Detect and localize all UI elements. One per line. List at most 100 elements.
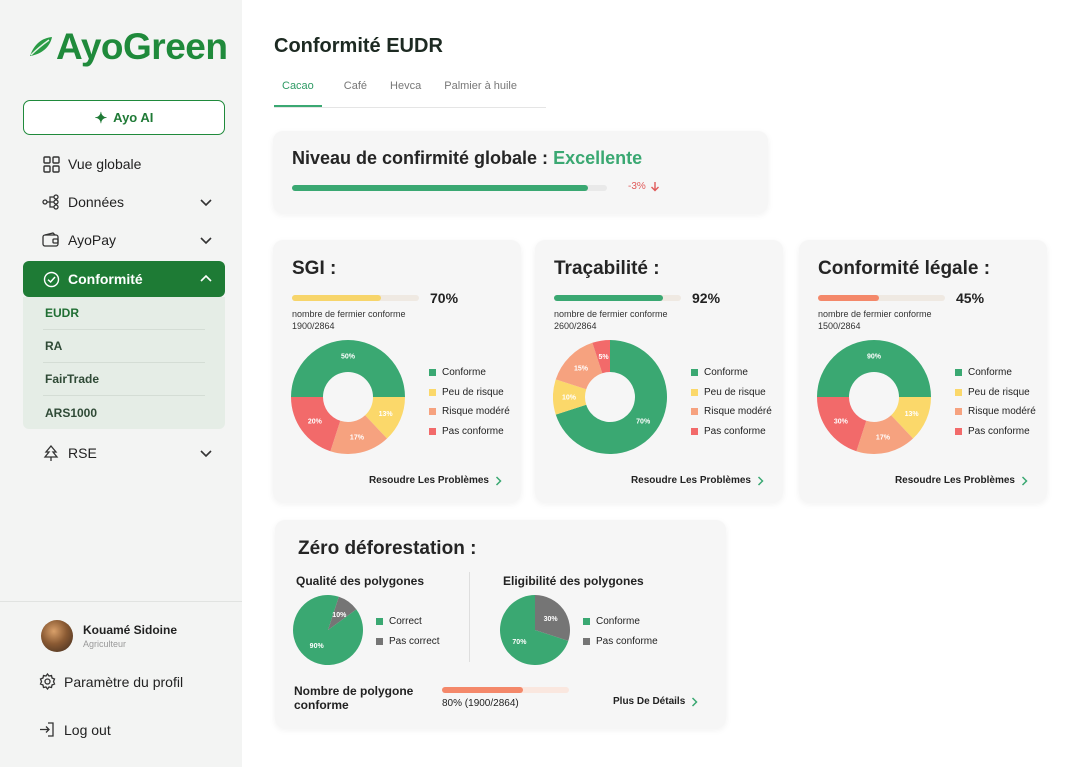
trend-value: -3%: [628, 181, 646, 192]
kpi-subtitle: nombre de fermier conforme 1900/2864: [292, 308, 406, 332]
legend-label: Pas conforme: [442, 425, 504, 437]
kpi-count: 1500/2864: [818, 321, 861, 331]
legend-item: Conforme: [691, 363, 772, 383]
ayo-ai-label: Ayo AI: [113, 110, 154, 125]
polygon-progress-track: [442, 687, 569, 693]
kpi-legend: Conforme Peu de risque Risque modéré Pas co…: [691, 363, 772, 441]
tab-cafe[interactable]: Café: [344, 70, 367, 107]
chevron-down-icon[interactable]: [199, 195, 213, 209]
polygon-compliant-label: Nombre de polygone conforme: [294, 684, 414, 712]
deforestation-title: Zéro déforestation :: [298, 538, 477, 559]
legend-item: Conforme: [429, 363, 510, 383]
resolve-problems-button[interactable]: Resoudre Les Problèmes: [631, 475, 764, 486]
user-role: Agriculteur: [83, 639, 127, 649]
logout-link[interactable]: Log out: [39, 721, 111, 738]
profile-settings-link[interactable]: Paramètre du profil: [39, 673, 183, 690]
polygon-progress-fill: [442, 687, 524, 693]
gear-icon: [39, 673, 56, 690]
chevron-up-icon[interactable]: [199, 272, 213, 286]
profile-settings-label: Paramètre du profil: [64, 673, 184, 690]
chart-slice-label: 90%: [867, 354, 882, 361]
tab-cacao[interactable]: Cacao: [274, 70, 322, 107]
kpi-donut-chart: 70% 10% 15% 5%: [553, 340, 667, 454]
global-progress-fill: [292, 185, 589, 191]
kpi-count: 1900/2864: [292, 321, 335, 331]
chart-slice: [817, 340, 931, 397]
kpi-percent: 70%: [430, 290, 459, 306]
kpi-sub-label: nombre de fermier conforme: [292, 309, 406, 319]
kpi-card-tracabilite: Traçabilité : 92% nombre de fermier conf…: [535, 240, 783, 502]
kpi-progress-fill: [818, 295, 879, 301]
sidebar-item-conformite[interactable]: Conformité: [23, 261, 225, 297]
kpi-donut-chart: 50% 13% 17% 20%: [291, 340, 405, 454]
chevron-right-icon: [692, 696, 698, 707]
kpi-percent: 45%: [956, 290, 985, 306]
sidebar-item-label: RSE: [68, 445, 97, 461]
tab-palmier[interactable]: Palmier à huile: [444, 70, 517, 107]
brand-logo[interactable]: AyoGreen: [28, 26, 228, 68]
deforestation-card: Zéro déforestation : Qualité des polygon…: [275, 520, 726, 728]
legend-item: Risque modéré: [691, 402, 772, 422]
submenu-item-ars1000[interactable]: ARS1000: [43, 396, 205, 429]
kpi-card-sgi: SGI : 70% nombre de fermier conforme 190…: [273, 240, 521, 502]
resolve-problems-button[interactable]: Resoudre Les Problèmes: [895, 475, 1028, 486]
chevron-right-icon: [495, 475, 502, 486]
polygon-compliant-value: 80% (1900/2864): [442, 698, 519, 709]
polygon-eligibility-legend: Conforme Pas conforme: [583, 612, 658, 651]
legend-label: Conforme: [442, 367, 486, 379]
divider: [469, 572, 470, 662]
legend-swatch: [376, 637, 383, 645]
chart-slice-label: 70%: [512, 639, 527, 646]
crop-tabs: Cacao Café Hevca Palmier à huile: [274, 70, 546, 108]
tab-hevca[interactable]: Hevca: [390, 70, 421, 107]
legend-item: Pas conforme: [955, 422, 1036, 442]
chevron-down-icon[interactable]: [199, 233, 213, 247]
legend-swatch: [955, 369, 962, 377]
sidebar-item-rse[interactable]: RSE: [23, 434, 225, 472]
legend-swatch: [955, 427, 962, 435]
global-compliance-label: Niveau de confirmité globale :: [292, 148, 554, 168]
sidebar-item-ayopay[interactable]: AyoPay: [23, 221, 225, 259]
chevron-right-icon: [757, 475, 764, 486]
kpi-progress-fill: [554, 295, 664, 301]
legend-item: Conforme: [583, 612, 658, 632]
polygon-quality-pie: 90% 10%: [293, 595, 363, 665]
legend-swatch: [583, 618, 590, 626]
ayo-ai-button[interactable]: ✦ Ayo AI: [23, 100, 225, 135]
legend-label: Pas conforme: [968, 425, 1030, 437]
polygon-quality-title: Qualité des polygones: [296, 574, 425, 588]
kpi-donut-chart: 90% 13% 17% 30%: [817, 340, 931, 454]
sparkle-icon: ✦: [94, 109, 108, 127]
sidebar-item-label: Conformité: [68, 271, 143, 287]
kpi-sub-label: nombre de fermier conforme: [554, 309, 668, 319]
legend-swatch: [429, 388, 436, 396]
check-circle-icon: [42, 270, 60, 288]
chart-slice-label: 5%: [599, 354, 610, 361]
kpi-title: Traçabilité :: [554, 258, 660, 279]
page-title: Conformité EUDR: [274, 35, 443, 57]
user-profile[interactable]: Kouamé Sidoine Agriculteur: [41, 620, 177, 652]
legend-label: Peu de risque: [442, 386, 504, 398]
resolve-label: Resoudre Les Problèmes: [630, 475, 751, 486]
resolve-problems-button[interactable]: Resoudre Les Problèmes: [369, 475, 502, 486]
logout-icon: [40, 722, 54, 737]
arrow-down-icon: [650, 182, 659, 192]
polygon-count: (1900/2864): [464, 698, 519, 709]
legend-swatch: [691, 369, 698, 377]
submenu-item-eudr[interactable]: EUDR: [43, 297, 205, 330]
submenu-item-ra[interactable]: RA: [43, 330, 205, 363]
sidebar-item-donnees[interactable]: Données: [23, 183, 225, 221]
resolve-label: Resoudre Les Problèmes: [368, 475, 489, 486]
sidebar: AyoGreen ✦ Ayo AI Vue globale Données Ay…: [0, 0, 242, 767]
chart-slice-label: 30%: [834, 419, 849, 426]
legend-label: Risque modéré: [704, 406, 772, 418]
kpi-progress-track: [818, 295, 945, 301]
sidebar-item-vue-globale[interactable]: Vue globale: [23, 145, 225, 183]
polygon-quality-legend: Correct Pas correct: [376, 612, 440, 651]
kpi-progress-track: [292, 295, 419, 301]
submenu-item-fairtrade[interactable]: FairTrade: [43, 363, 205, 396]
global-compliance-card: Niveau de confirmité globale : Excellent…: [273, 131, 768, 213]
chart-slice-label: 17%: [350, 435, 365, 442]
more-details-link[interactable]: Plus De Détails: [613, 696, 698, 707]
chevron-down-icon[interactable]: [199, 446, 213, 460]
